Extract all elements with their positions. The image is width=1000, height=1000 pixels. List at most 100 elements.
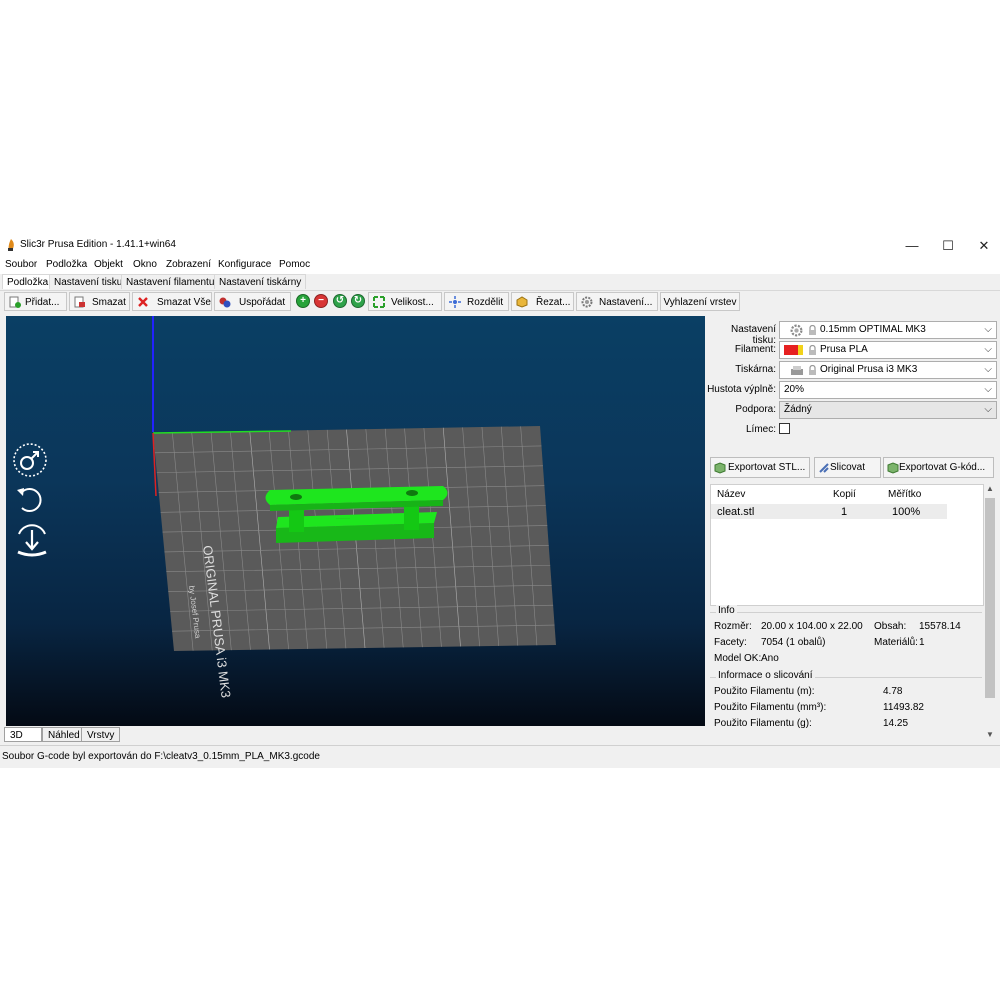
scroll-down-icon[interactable]: ▼ bbox=[986, 730, 994, 739]
add-label: Přidat... bbox=[25, 297, 60, 308]
support-label: Podpora: bbox=[735, 404, 776, 415]
rotate-left-icon[interactable]: ↺ bbox=[333, 294, 347, 308]
delete-button[interactable]: Smazat bbox=[69, 292, 130, 311]
scale-label: Velikost... bbox=[391, 297, 434, 308]
undo-arrow-icon[interactable] bbox=[14, 484, 48, 514]
export-gcode-button[interactable]: Exportovat G-kód... bbox=[883, 457, 994, 478]
menu-pomoc[interactable]: Pomoc bbox=[279, 259, 310, 270]
tab-layers[interactable]: Vrstvy bbox=[81, 727, 121, 742]
add-file-icon bbox=[9, 296, 21, 308]
rotate-right-icon[interactable]: ↻ bbox=[351, 294, 365, 308]
infill-combo[interactable]: 20% ⌵ bbox=[779, 381, 997, 399]
brim-label: Límec: bbox=[745, 424, 776, 435]
scale-button[interactable]: Velikost... bbox=[368, 292, 442, 311]
plus-icon[interactable]: + bbox=[296, 294, 310, 308]
menu-okno[interactable]: Okno bbox=[133, 259, 157, 270]
tab-printer-settings[interactable]: Nastavení tiskárny bbox=[214, 274, 307, 289]
filament-color-swatch-2 bbox=[798, 345, 803, 355]
row-copies: 1 bbox=[841, 506, 848, 518]
split-icon bbox=[449, 296, 461, 308]
size-value: 20.00 x 104.00 x 22.00 bbox=[761, 621, 863, 632]
gear-icon bbox=[790, 324, 803, 337]
menu-bar: Soubor Podložka Objekt Okno Zobrazení Ko… bbox=[0, 257, 1000, 274]
filament-combo[interactable]: Prusa PLA ⌵ bbox=[779, 341, 997, 359]
printer-combo[interactable]: Original Prusa i3 MK3 ⌵ bbox=[779, 361, 997, 379]
menu-zobrazeni[interactable]: Zobrazení bbox=[166, 259, 211, 270]
info-title: Info bbox=[716, 605, 737, 616]
3d-viewport[interactable]: ORIGINAL PRUSA i3 MK3 by Josef Prusa ---… bbox=[6, 316, 705, 726]
arrange-label: Uspořádat bbox=[239, 297, 286, 308]
export-gcode-label: Exportovat G-kód... bbox=[899, 462, 986, 473]
gender-icon[interactable] bbox=[12, 443, 48, 477]
title-bar: Slic3r Prusa Edition - 1.41.1+win64 — ☐ … bbox=[0, 235, 1000, 257]
volume-label: Obsah: bbox=[874, 621, 907, 632]
toolbar: Přidat... Smazat Smazat Vše Uspořádat + … bbox=[0, 291, 1000, 313]
close-button[interactable]: ✕ bbox=[966, 235, 1000, 257]
tab-preview[interactable]: Náhled bbox=[42, 727, 86, 742]
print-settings-combo[interactable]: 0.15mm OPTIMAL MK3 ⌵ bbox=[779, 321, 997, 339]
cut-icon bbox=[516, 296, 528, 308]
model-ok-value: Ano bbox=[761, 653, 779, 664]
split-button[interactable]: Rozdělit bbox=[444, 292, 509, 311]
slice-info-title: Informace o slicování bbox=[716, 670, 815, 681]
object-list[interactable]: Název Kopií Měřítko cleat.stl 1 100% bbox=[710, 484, 984, 606]
status-bar: Soubor G-code byl exportován do F:\cleat… bbox=[0, 745, 1000, 768]
slice-button[interactable]: Slicovat bbox=[814, 457, 881, 478]
arrange-icon bbox=[219, 297, 231, 308]
tab-3d[interactable]: 3D bbox=[4, 727, 42, 742]
scene-canvas[interactable]: ORIGINAL PRUSA i3 MK3 by Josef Prusa ---… bbox=[6, 316, 705, 726]
settings-label: Nastavení... bbox=[599, 297, 653, 308]
tab-filament-settings[interactable]: Nastavení filamentu bbox=[121, 274, 220, 289]
infill-value: 20% bbox=[784, 384, 805, 395]
panel-scrollbar[interactable]: ▲ ▼ bbox=[984, 484, 996, 744]
delete-icon bbox=[74, 296, 85, 308]
settings-button[interactable]: Nastavení... bbox=[576, 292, 658, 311]
delete-all-button[interactable]: Smazat Vše bbox=[132, 292, 212, 311]
support-combo[interactable]: Žádný ⌵ bbox=[779, 401, 997, 419]
drop-to-bed-icon[interactable] bbox=[14, 522, 50, 558]
menu-konfigurace[interactable]: Konfigurace bbox=[218, 259, 271, 270]
row-scale: 100% bbox=[892, 506, 921, 518]
app-window: Slic3r Prusa Edition - 1.41.1+win64 — ☐ … bbox=[0, 235, 1000, 768]
column-header-copies[interactable]: Kopií bbox=[833, 489, 856, 500]
facets-label: Facety: bbox=[714, 637, 747, 648]
facets-value: 7054 (1 obalů) bbox=[761, 637, 826, 648]
menu-podlozka[interactable]: Podložka bbox=[46, 259, 87, 270]
scrollbar-thumb[interactable] bbox=[985, 498, 995, 698]
print-settings-label: Nastavení tisku: bbox=[730, 324, 776, 346]
scale-icon bbox=[373, 296, 385, 308]
cut-button[interactable]: Řezat... bbox=[511, 292, 574, 311]
scroll-up-icon[interactable]: ▲ bbox=[986, 484, 994, 493]
slic3r-logo-icon bbox=[8, 239, 14, 251]
filament-value: Prusa PLA bbox=[820, 344, 868, 355]
layer-smoothing-button[interactable]: Vyhlazení vrstev bbox=[660, 292, 740, 311]
delete-label: Smazat bbox=[92, 297, 126, 308]
printer-label: Tiskárna: bbox=[735, 364, 776, 375]
minimize-button[interactable]: — bbox=[894, 235, 930, 257]
chevron-down-icon: ⌵ bbox=[984, 404, 992, 415]
lock-icon bbox=[809, 325, 816, 335]
brim-checkbox[interactable] bbox=[779, 423, 790, 434]
menu-objekt[interactable]: Objekt bbox=[94, 259, 123, 270]
model-ok-label: Model OK: bbox=[714, 653, 762, 664]
slice-icon bbox=[819, 463, 829, 473]
tab-podlozka[interactable]: Podložka bbox=[2, 274, 54, 289]
column-header-scale[interactable]: Měřítko bbox=[888, 489, 921, 500]
export-stl-button[interactable]: Exportovat STL... bbox=[710, 457, 810, 478]
column-header-name[interactable]: Název bbox=[717, 489, 745, 500]
menu-soubor[interactable]: Soubor bbox=[5, 259, 37, 270]
arrange-button[interactable]: Uspořádat bbox=[214, 292, 291, 311]
gear-icon bbox=[581, 296, 593, 308]
materials-label: Materiálů: bbox=[874, 637, 918, 648]
tab-print-settings[interactable]: Nastavení tisku bbox=[49, 274, 128, 289]
lock-icon bbox=[809, 365, 816, 375]
minus-icon[interactable]: − bbox=[314, 294, 328, 308]
maximize-button[interactable]: ☐ bbox=[930, 235, 966, 257]
add-button[interactable]: Přidat... bbox=[4, 292, 67, 311]
delete-all-label: Smazat Vše bbox=[157, 297, 211, 308]
printer-icon bbox=[791, 366, 803, 375]
row-name: cleat.stl bbox=[717, 506, 755, 518]
right-panel: Nastavení tisku: 0.15mm OPTIMAL MK3 ⌵ Fi… bbox=[706, 316, 1000, 744]
size-label: Rozměr: bbox=[714, 621, 752, 632]
filament-m-label: Použito Filamentu (m): bbox=[714, 686, 815, 697]
